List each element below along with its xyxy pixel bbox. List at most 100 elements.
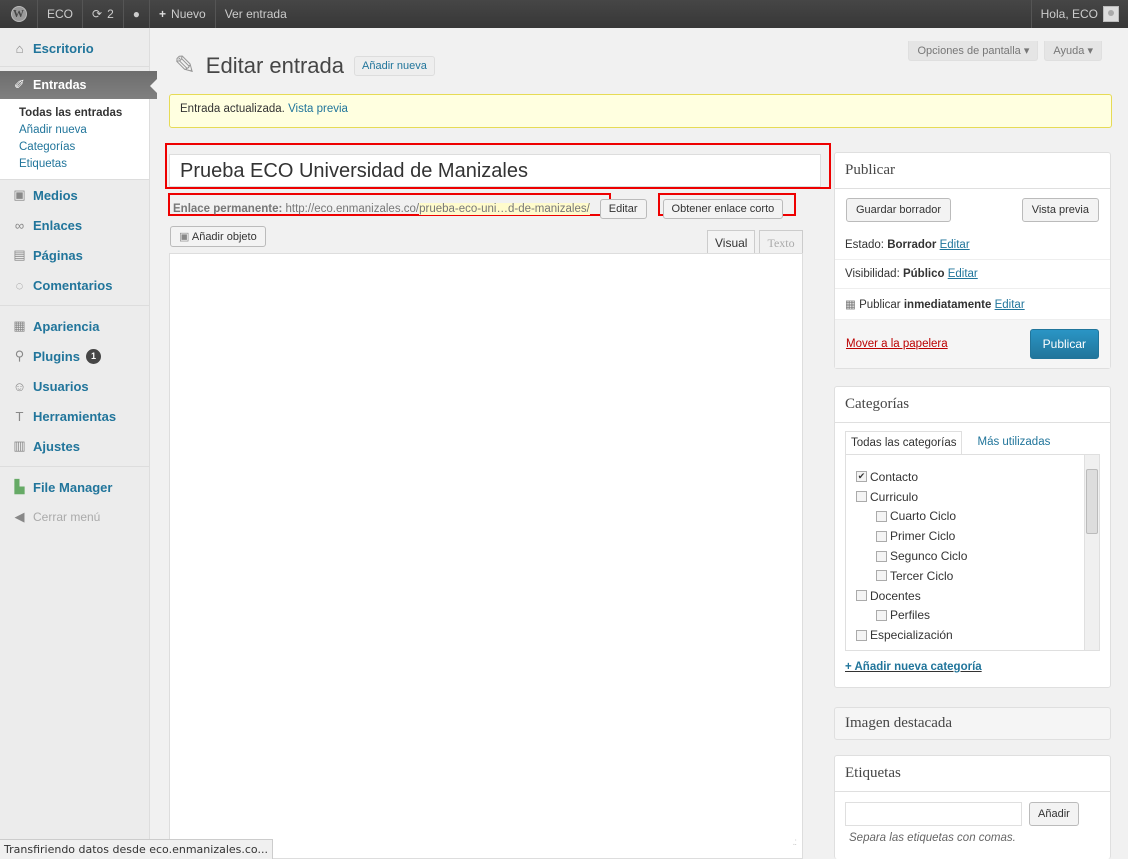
categories-scrollbar[interactable]	[1084, 455, 1099, 650]
save-draft-button[interactable]: Guardar borrador	[846, 198, 951, 222]
category-item[interactable]: Docentes	[856, 586, 1099, 606]
sidebar-item-usuarios[interactable]: ☺ Usuarios	[0, 371, 149, 401]
categories-checklist[interactable]: ✔ Contacto Curriculo Cuarto Ciclo Primer …	[845, 454, 1100, 651]
add-new-category-label: + Añadir nueva categoría	[845, 661, 982, 673]
submenu-add-new[interactable]: Añadir nueva	[19, 122, 149, 139]
edit-visibility-link[interactable]: Editar	[948, 268, 978, 280]
checkbox[interactable]	[876, 609, 887, 621]
update-notice: Entrada actualizada. Vista previa	[169, 94, 1112, 128]
add-new-category-link[interactable]: + Añadir nueva categoría	[835, 651, 1110, 683]
category-label: Tercer Ciclo	[890, 568, 954, 583]
category-item[interactable]: ✔ Contacto	[856, 467, 1099, 487]
checkbox[interactable]	[856, 629, 867, 641]
new-content-menu[interactable]: + Nuevo	[150, 0, 216, 28]
category-item[interactable]: Curriculo	[856, 487, 1099, 507]
screen-options-button[interactable]: Opciones de pantalla ▾	[908, 41, 1039, 61]
add-new-post-button[interactable]: Añadir nueva	[354, 55, 435, 76]
sidebar-item-file-manager[interactable]: ▙ File Manager	[0, 472, 149, 502]
category-item[interactable]: Perfiles	[856, 606, 1099, 626]
screen-options-label: Opciones de pantalla	[917, 45, 1021, 57]
checkbox-checked-icon[interactable]: ✔	[856, 471, 867, 483]
resize-grip-icon[interactable]: .:	[792, 837, 796, 848]
content-editor[interactable]: .:	[169, 253, 803, 859]
updates-count: 2	[107, 7, 114, 21]
category-label: Cuarto Ciclo	[890, 509, 957, 524]
sidebar-item-plugins[interactable]: ⚲ Plugins 1	[0, 341, 149, 371]
category-label: Especialización	[870, 628, 953, 643]
sidebar-item-comentarios[interactable]: ◌ Comentarios	[0, 270, 149, 300]
media-icon: ▣	[179, 231, 190, 243]
permalink-slug[interactable]: prueba-eco-uni…d-de-manizales/	[419, 203, 590, 215]
updates-link[interactable]: ⟳ 2	[83, 0, 124, 28]
sidebar-item-label: Entradas	[33, 78, 87, 92]
category-item[interactable]: Tercer Ciclo	[856, 566, 1099, 586]
checkbox[interactable]	[876, 550, 887, 562]
comments-link[interactable]: ●	[124, 0, 151, 28]
checkbox[interactable]	[876, 510, 887, 522]
sidebar-item-label: Herramientas	[33, 408, 117, 424]
add-tag-button[interactable]: Añadir	[1029, 802, 1079, 826]
notice-preview-link[interactable]: Vista previa	[288, 103, 348, 115]
submenu-all-posts[interactable]: Todas las entradas	[19, 105, 149, 122]
publish-actions-top: Guardar borrador Vista previa	[835, 189, 1110, 231]
checkbox[interactable]	[876, 570, 887, 582]
schedule-row: ▦ Publicar inmediatamente Editar	[835, 289, 1110, 320]
move-to-trash-link[interactable]: Mover a la papelera	[846, 338, 948, 350]
pushpin-icon: ✎	[174, 50, 196, 80]
account-menu[interactable]: Hola, ECO	[1030, 0, 1128, 28]
preview-button[interactable]: Vista previa	[1021, 198, 1099, 222]
tags-box: Etiquetas Añadir Separa las etiquetas co…	[834, 755, 1111, 859]
admin-sidebar: ⌂ Escritorio ✐ Entradas Todas las entrad…	[0, 28, 157, 859]
publish-button[interactable]: Publicar	[1029, 329, 1099, 359]
sidebar-item-escritorio[interactable]: ⌂ Escritorio	[0, 36, 149, 60]
sidebar-item-apariencia[interactable]: ▦ Apariencia	[0, 311, 149, 341]
admin-bar: W ECO ⟳ 2 ● + Nuevo Ver entrada Hola, EC…	[0, 0, 1128, 28]
edit-status-link[interactable]: Editar	[940, 239, 970, 251]
category-item[interactable]: Especialización	[856, 625, 1099, 645]
sidebar-item-label: Plugins	[33, 348, 80, 364]
permalink-base: http://eco.enmanizales.co/	[285, 203, 420, 215]
submenu-categories[interactable]: Categorías	[19, 139, 149, 156]
link-icon: ∞	[14, 217, 25, 233]
checkbox[interactable]	[856, 491, 867, 503]
visibility-row: Visibilidad: Público Editar	[835, 260, 1110, 289]
refresh-icon: ⟳	[92, 7, 103, 21]
appearance-icon: ▦	[13, 318, 26, 333]
visibility-label: Visibilidad:	[845, 268, 900, 280]
featured-image-box[interactable]: Imagen destacada	[834, 707, 1111, 740]
submenu-tags[interactable]: Etiquetas	[19, 156, 149, 173]
status-label: Estado:	[845, 239, 884, 251]
sidebar-item-ajustes[interactable]: ▥ Ajustes	[0, 431, 149, 461]
post-title-input[interactable]: Prueba ECO Universidad de Manizales	[169, 154, 821, 187]
categories-box-title: Categorías	[835, 387, 1110, 423]
checkbox[interactable]	[876, 530, 887, 542]
wordpress-logo-button[interactable]: W	[0, 0, 38, 28]
sidebar-item-medios[interactable]: ▣ Medios	[0, 180, 149, 210]
sidebar-item-entradas[interactable]: ✐ Entradas	[0, 71, 157, 99]
edit-schedule-link[interactable]: Editar	[995, 299, 1025, 311]
site-name-link[interactable]: ECO	[38, 0, 84, 28]
help-button[interactable]: Ayuda ▾	[1044, 41, 1102, 61]
category-item[interactable]: Primer Ciclo	[856, 526, 1099, 546]
sidebar-item-enlaces[interactable]: ∞ Enlaces	[0, 210, 149, 240]
category-item[interactable]: Segunco Ciclo	[856, 546, 1099, 566]
view-post-link[interactable]: Ver entrada	[216, 0, 296, 28]
sidebar-item-label: Escritorio	[33, 40, 94, 56]
tab-most-used[interactable]: Más utilizadas	[972, 431, 1056, 454]
scrollbar-thumb[interactable]	[1086, 469, 1098, 534]
schedule-label: Publicar	[859, 299, 901, 311]
collapse-menu-button[interactable]: ◀ Cerrar menú	[0, 502, 149, 532]
pin-icon: ✐	[14, 77, 25, 92]
get-shortlink-button[interactable]: Obtener enlace corto	[662, 199, 784, 219]
add-media-button[interactable]: ▣ Añadir objeto	[170, 226, 266, 247]
category-item[interactable]: Cuarto Ciclo	[856, 507, 1099, 527]
help-label: Ayuda	[1053, 45, 1085, 57]
checkbox[interactable]	[856, 590, 867, 602]
sidebar-item-herramientas[interactable]: T Herramientas	[0, 401, 149, 431]
home-icon: ⌂	[15, 40, 24, 56]
edit-permalink-button[interactable]: Editar	[599, 199, 647, 219]
new-tag-input[interactable]	[845, 802, 1022, 826]
sidebar-item-paginas[interactable]: ▤ Páginas	[0, 240, 149, 270]
tab-all-categories[interactable]: Todas las categorías	[845, 431, 963, 454]
menu-separator	[0, 466, 149, 467]
